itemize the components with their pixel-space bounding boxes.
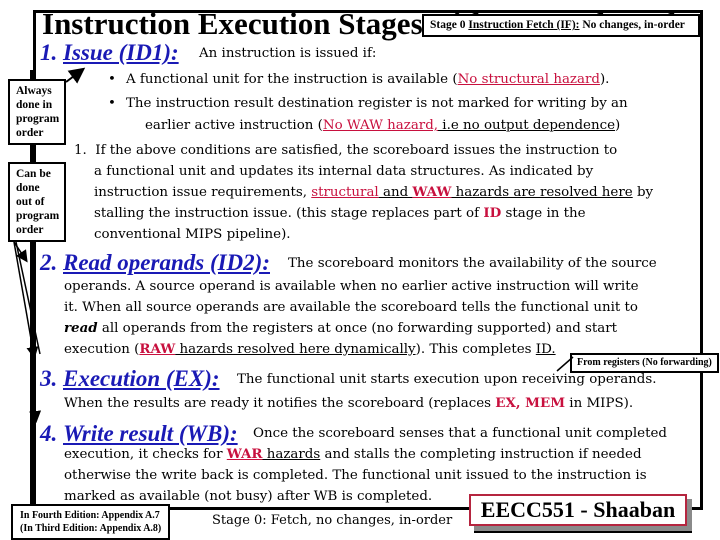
- stage0-link: Instruction Fetch (IF):: [468, 19, 580, 31]
- raw-hazard-label: RAW: [139, 341, 176, 357]
- war-hazard-label: WAR: [226, 446, 263, 462]
- side-note-out-of-order: Can be done out of program order: [8, 162, 66, 242]
- stage0-footer-note: Stage 0: Fetch, no changes, in-order: [212, 513, 453, 528]
- structural-hazard-label: No structural hazard: [457, 72, 600, 87]
- execution-intro: The functional unit starts execution upo…: [237, 372, 657, 387]
- edition-note: In Fourth Edition: Appendix A.7 (In Thir…: [11, 504, 171, 540]
- execution-line2: When the results are ready it notifies t…: [64, 395, 634, 411]
- read-operands-label: Read operands (ID2):: [63, 250, 270, 275]
- write-intro: Once the scoreboard senses that a functi…: [253, 426, 667, 441]
- issue-paragraph: 1. If the above conditions are satisfied…: [74, 143, 654, 242]
- execution-heading: 3. Execution (EX):: [40, 366, 220, 391]
- waw-hazard-label: No WAW hazard,: [322, 118, 439, 133]
- issue-number: 1.: [40, 40, 58, 65]
- course-badge: EECC551 - Shaaban: [469, 494, 692, 533]
- stage0-prefix: Stage 0: [430, 19, 469, 31]
- issue-bullet-2: • The instruction result destination regi…: [108, 96, 628, 111]
- read-operands-heading: 2. Read operands (ID2):: [40, 250, 270, 275]
- read-intro: The scoreboard monitors the availability…: [288, 256, 657, 271]
- issue-label: Issue (ID1):: [63, 40, 179, 65]
- issue-intro: An instruction is issued if:: [199, 46, 377, 61]
- from-registers-callout: From registers (No forwarding): [570, 353, 719, 373]
- stage0-suffix: No changes, in-order: [579, 19, 685, 31]
- arrow-to-read: [13, 241, 28, 263]
- read-paragraph: operands. A source operand is available …: [64, 279, 639, 357]
- issue-bullet-2-cont: earlier active instruction (No WAW hazar…: [145, 118, 621, 133]
- execution-label: Execution (EX):: [63, 366, 220, 391]
- issue-bullet-1: • A functional unit for the instruction i…: [108, 72, 610, 87]
- stage0-callout: Stage 0 Instruction Fetch (IF): No chang…: [422, 14, 700, 37]
- issue-heading: 1. Issue (ID1):: [40, 40, 179, 66]
- write-result-label: Write result (WB):: [63, 421, 238, 446]
- side-note-in-order: Always done in program order: [8, 79, 66, 145]
